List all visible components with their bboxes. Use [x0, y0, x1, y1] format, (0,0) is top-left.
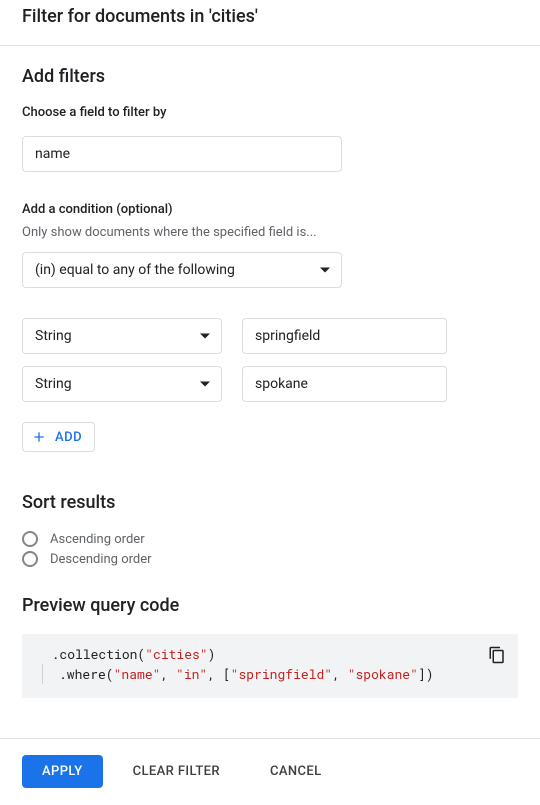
page-title: Filter for documents in 'cities': [22, 6, 518, 27]
preview-query-title: Preview query code: [22, 595, 518, 616]
code-preview-text: .collection("cities") .where("name", "in…: [36, 644, 504, 684]
sort-option-label: Ascending order: [50, 532, 145, 547]
add-condition-label: Add a condition (optional): [22, 202, 518, 217]
code-preview-block: .collection("cities") .where("name", "in…: [22, 634, 518, 698]
add-filters-title: Add filters: [22, 66, 518, 87]
sort-option-ascending[interactable]: Ascending order: [22, 531, 518, 547]
cancel-button[interactable]: CANCEL: [250, 755, 342, 788]
condition-operator-value: (in) equal to any of the following: [35, 262, 235, 278]
condition-helper-text: Only show documents where the specified …: [22, 225, 518, 240]
add-value-button[interactable]: ADD: [22, 422, 95, 452]
sort-results-title: Sort results: [22, 492, 518, 513]
choose-field-label: Choose a field to filter by: [22, 105, 518, 120]
add-value-label: ADD: [55, 430, 82, 445]
clear-filter-button[interactable]: CLEAR FILTER: [113, 755, 240, 788]
field-input[interactable]: [22, 136, 342, 172]
copy-icon: [488, 646, 506, 664]
dialog-header: Filter for documents in 'cities': [0, 0, 540, 46]
sort-option-descending[interactable]: Descending order: [22, 551, 518, 567]
value-type-select-1[interactable]: String: [22, 318, 222, 354]
value-type-1: String: [35, 328, 72, 344]
value-type-select-2[interactable]: String: [22, 366, 222, 402]
value-type-2: String: [35, 376, 72, 392]
condition-operator-select[interactable]: (in) equal to any of the following: [22, 252, 342, 288]
dialog-footer: APPLY CLEAR FILTER CANCEL: [0, 738, 540, 804]
radio-icon: [22, 551, 38, 567]
radio-icon: [22, 531, 38, 547]
plus-icon: [31, 429, 47, 445]
sort-option-label: Descending order: [50, 552, 152, 567]
value-input-1[interactable]: [242, 318, 447, 354]
copy-code-button[interactable]: [486, 644, 508, 666]
apply-button[interactable]: APPLY: [22, 755, 103, 788]
value-input-2[interactable]: [242, 366, 447, 402]
